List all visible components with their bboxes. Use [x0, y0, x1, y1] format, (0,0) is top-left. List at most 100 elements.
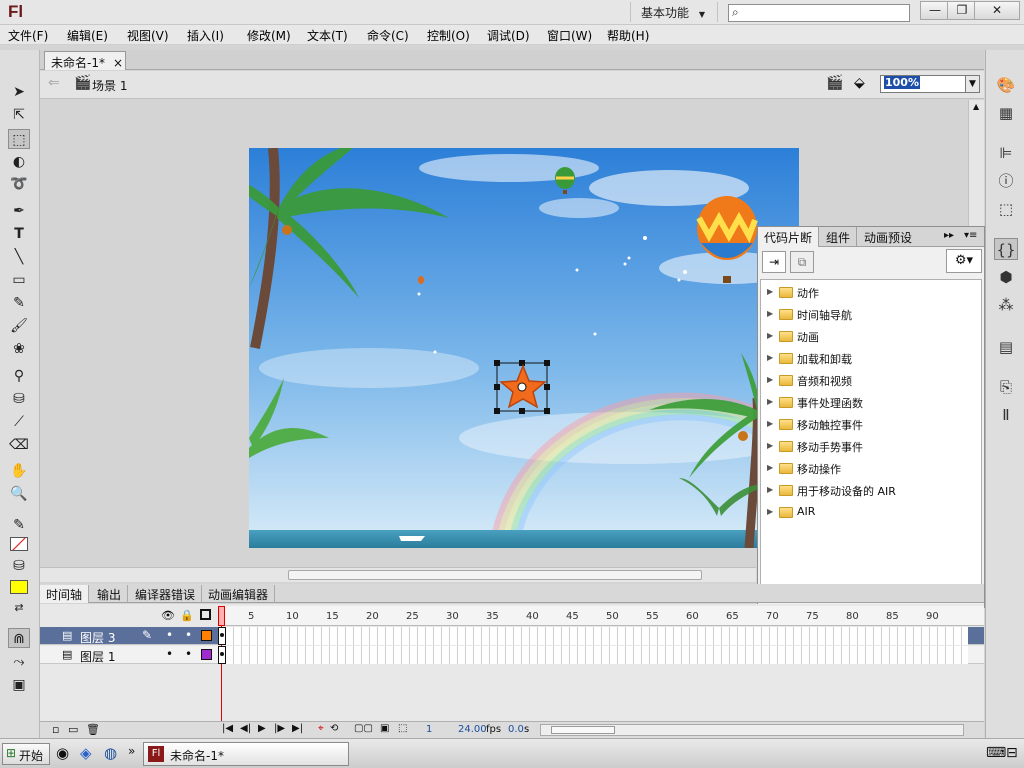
stage[interactable]: [249, 148, 799, 548]
expand-arrow-icon[interactable]: ▶: [767, 441, 773, 450]
browser-icon[interactable]: ◍: [104, 744, 117, 762]
menu-help[interactable]: 帮助(H): [607, 27, 649, 44]
text-tool-icon[interactable]: T: [8, 224, 30, 244]
keyframe[interactable]: [218, 627, 226, 645]
prev-frame-icon[interactable]: ◀|: [240, 723, 251, 734]
scroll-thumb[interactable]: [551, 726, 615, 734]
3d-rotation-tool-icon[interactable]: ◐: [8, 152, 30, 172]
notification-icon[interactable]: ⊟: [1006, 745, 1018, 761]
layer-name[interactable]: 图层 3: [80, 629, 115, 646]
menu-text[interactable]: 文本(T): [307, 27, 348, 44]
start-button[interactable]: ⊞ 开始: [2, 743, 50, 765]
expand-arrow-icon[interactable]: ▶: [767, 507, 773, 516]
expand-arrow-icon[interactable]: ▶: [767, 463, 773, 472]
expand-panel-icon[interactable]: ▸▸: [944, 230, 954, 241]
playhead[interactable]: [218, 606, 225, 626]
horizontal-scrollbar[interactable]: [40, 567, 756, 582]
menu-edit[interactable]: 编辑(E): [67, 27, 108, 44]
fill-color-icon[interactable]: ⛁: [8, 556, 30, 576]
line-tool-icon[interactable]: ╲: [8, 247, 30, 267]
swap-colors-icon[interactable]: ⇄: [8, 598, 30, 618]
add-to-frame-icon[interactable]: ⇥: [762, 251, 786, 273]
tab-timeline[interactable]: 时间轴: [40, 585, 90, 603]
rectangle-tool-icon[interactable]: ▭: [8, 270, 30, 290]
menu-window[interactable]: 窗口(W): [547, 27, 592, 44]
options-gear-icon[interactable]: ⚙▾: [946, 249, 982, 273]
menu-insert[interactable]: 插入(I): [187, 27, 224, 44]
tab-components[interactable]: 组件: [820, 227, 858, 247]
last-frame-icon[interactable]: ▶|: [292, 723, 303, 734]
accessibility-panel-icon[interactable]: Ⅱ: [994, 404, 1018, 426]
back-arrow-icon[interactable]: ⇐: [48, 75, 60, 91]
pencil-tool-icon[interactable]: ✎: [8, 293, 30, 313]
outline-icon[interactable]: [200, 609, 211, 620]
frame-rate[interactable]: 24.00: [458, 724, 487, 735]
fill-color-swatch[interactable]: [10, 580, 28, 594]
timeline-hscroll[interactable]: [540, 724, 964, 736]
menu-debug[interactable]: 调试(D): [487, 27, 530, 44]
edit-multiple-frames-icon[interactable]: ⬚: [398, 723, 407, 734]
expand-arrow-icon[interactable]: ▶: [767, 397, 773, 406]
zoom-tool-icon[interactable]: 🔍: [8, 484, 30, 504]
brush-tool-icon[interactable]: 🖌: [8, 316, 30, 336]
code-snippets-panel-icon[interactable]: {}: [994, 238, 1018, 260]
layer-name[interactable]: 图层 1: [80, 648, 115, 665]
stroke-color-swatch[interactable]: [10, 537, 28, 551]
tab-code-snippets[interactable]: 代码片断: [758, 227, 820, 247]
help-search-input[interactable]: ⌕: [728, 4, 910, 22]
tab-motion-editor[interactable]: 动画编辑器: [202, 585, 276, 603]
maximize-button[interactable]: ❐: [947, 1, 977, 20]
pen-tool-icon[interactable]: ✒: [8, 201, 30, 221]
expand-arrow-icon[interactable]: ▶: [767, 375, 773, 384]
play-icon[interactable]: ▶: [258, 723, 266, 734]
more-icon[interactable]: »: [128, 744, 135, 758]
taskbar-item[interactable]: Fl 未命名-1*: [143, 742, 349, 766]
minimize-button[interactable]: —: [920, 1, 950, 20]
copy-to-clipboard-icon[interactable]: ⧉: [790, 251, 814, 273]
keyframe[interactable]: [218, 646, 226, 664]
stroke-color-icon[interactable]: ✎: [8, 515, 30, 535]
new-folder-icon[interactable]: ▭: [68, 723, 78, 736]
menu-view[interactable]: 视图(V): [127, 27, 169, 44]
menu-commands[interactable]: 命令(C): [367, 27, 409, 44]
info-panel-icon[interactable]: ⓘ: [994, 170, 1018, 192]
workspace-switcher[interactable]: 基本功能 ▼: [630, 2, 718, 22]
loop-icon[interactable]: ⟲: [330, 723, 338, 734]
delete-layer-icon[interactable]: 🗑: [86, 723, 100, 736]
components-panel-icon[interactable]: ⬢: [994, 266, 1018, 288]
paint-bucket-tool-icon[interactable]: ⛁: [8, 389, 30, 409]
lock-dot[interactable]: •: [185, 647, 192, 661]
expand-arrow-icon[interactable]: ▶: [767, 419, 773, 428]
edit-scene-icon[interactable]: 🎬: [826, 75, 843, 91]
chrome-icon[interactable]: ◉: [56, 744, 69, 762]
expand-arrow-icon[interactable]: ▶: [767, 353, 773, 362]
document-tab[interactable]: 未命名-1* ×: [44, 51, 126, 70]
layer-frames[interactable]: [218, 627, 968, 645]
snap-to-objects-icon[interactable]: ⋒: [8, 628, 30, 648]
lasso-tool-icon[interactable]: ➰: [8, 174, 30, 194]
close-icon[interactable]: ×: [113, 56, 123, 70]
onion-skin-icon[interactable]: ▢▢: [354, 723, 373, 734]
expand-arrow-icon[interactable]: ▶: [767, 485, 773, 494]
eraser-tool-icon[interactable]: ⌫: [8, 435, 30, 455]
edit-symbols-icon[interactable]: ⬙: [854, 75, 865, 91]
layer-color-swatch[interactable]: [201, 649, 212, 660]
layer-frames[interactable]: [218, 646, 968, 664]
hand-tool-icon[interactable]: ✋: [8, 461, 30, 481]
straighten-icon[interactable]: ▣: [8, 675, 30, 695]
expand-arrow-icon[interactable]: ▶: [767, 331, 773, 340]
properties-panel-icon[interactable]: ⎘: [994, 376, 1018, 398]
tab-motion-presets[interactable]: 动画预设: [858, 227, 918, 247]
bone-tool-icon[interactable]: ⚲: [8, 366, 30, 386]
deco-tool-icon[interactable]: ❀: [8, 339, 30, 359]
first-frame-icon[interactable]: |◀: [222, 723, 233, 734]
swatches-panel-icon[interactable]: ▦: [994, 102, 1018, 124]
selection-tool-icon[interactable]: ➤: [8, 82, 30, 102]
layer-color-swatch[interactable]: [201, 630, 212, 641]
current-frame[interactable]: 1: [426, 724, 432, 735]
menu-modify[interactable]: 修改(M): [247, 27, 291, 44]
subselection-tool-icon[interactable]: ⇱: [8, 105, 30, 125]
eyedropper-tool-icon[interactable]: ⟋: [8, 412, 30, 432]
keyboard-icon[interactable]: ⌨: [986, 745, 1006, 761]
align-panel-icon[interactable]: ⊫: [994, 142, 1018, 164]
